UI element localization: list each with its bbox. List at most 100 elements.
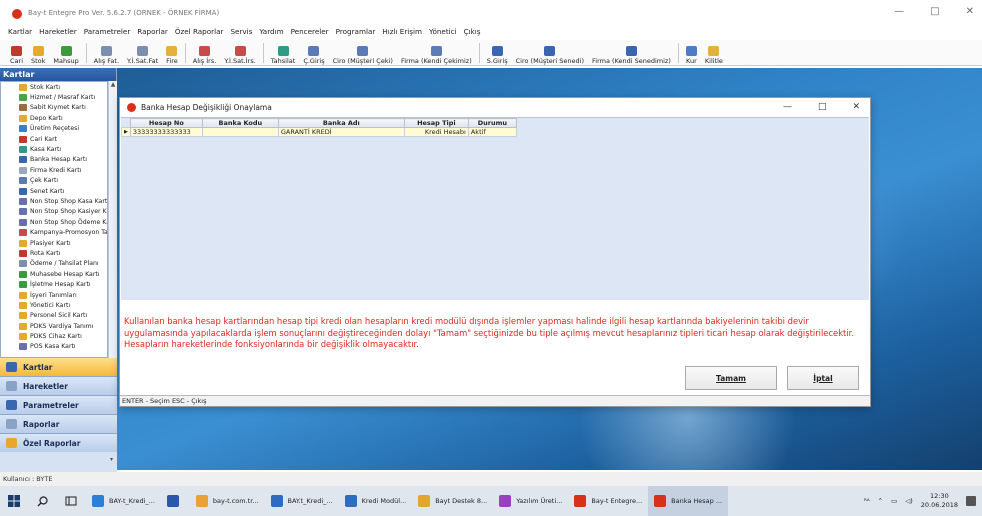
- col-banka-kodu[interactable]: Banka Kodu: [201, 118, 279, 128]
- search-button[interactable]: [28, 486, 56, 516]
- list-item[interactable]: PDKS Cihaz Kartı: [1, 331, 107, 341]
- list-item[interactable]: POS Kasa Kartı: [1, 342, 107, 352]
- list-item[interactable]: İşletme Hesap Kartı: [1, 279, 107, 289]
- list-item[interactable]: Kampanya-Promosyon Tanımları: [1, 227, 107, 237]
- dialog-minimize-button[interactable]: —: [783, 102, 792, 112]
- menu-item[interactable]: Kartlar: [8, 27, 32, 36]
- toolbar-button[interactable]: Tahsilat: [267, 46, 300, 65]
- maximize-button[interactable]: □: [930, 6, 939, 17]
- list-item[interactable]: Depo Kartı: [1, 113, 107, 123]
- notification-icon[interactable]: [966, 496, 976, 506]
- toolbar-button[interactable]: Mahsup: [49, 46, 82, 65]
- toolbar-button[interactable]: Fire: [162, 46, 182, 65]
- cell-banka-kodu[interactable]: [201, 127, 279, 137]
- toolbar-button[interactable]: Kur: [682, 46, 701, 65]
- ok-button[interactable]: Tamam: [685, 366, 777, 390]
- menu-item[interactable]: Yönetici: [429, 27, 457, 36]
- taskbar-app[interactable]: Kredi Modül...: [339, 486, 413, 516]
- list-item[interactable]: Yönetici Kartı: [1, 300, 107, 310]
- sidebar-nav-button[interactable]: Parametreler: [0, 396, 117, 415]
- scroll-up-icon[interactable]: ▲: [109, 81, 117, 88]
- taskbar-app[interactable]: BAY-t_Kredi_...: [86, 486, 161, 516]
- list-item[interactable]: Cari Kart: [1, 134, 107, 144]
- list-item[interactable]: Non Stop Shop Kasa Kartı: [1, 196, 107, 206]
- sidebar-nav-button[interactable]: Hareketler: [0, 377, 117, 396]
- sidebar-nav-button[interactable]: Raporlar: [0, 415, 117, 434]
- list-item[interactable]: Hizmet / Masraf Kartı: [1, 92, 107, 102]
- menu-item[interactable]: Yardım: [259, 27, 283, 36]
- cell-hesap-no[interactable]: 33333333333333: [129, 127, 203, 137]
- close-button[interactable]: ✕: [966, 6, 974, 17]
- start-button[interactable]: [0, 486, 28, 516]
- toolbar-button[interactable]: Alış Fat.: [90, 46, 123, 65]
- list-item[interactable]: Non Stop Shop Kasiyer Kartı: [1, 207, 107, 217]
- task-view-button[interactable]: [56, 486, 86, 516]
- cell-durumu[interactable]: Aktif: [467, 127, 517, 137]
- toolbar-button[interactable]: Firma (Kendi Çekimiz): [397, 46, 476, 65]
- tray-chevron-icon[interactable]: ⌃: [878, 497, 883, 505]
- sidebar-nav-button[interactable]: Özel Raporlar: [0, 434, 117, 453]
- taskbar-app[interactable]: Bayt Destek 8...: [412, 486, 493, 516]
- people-icon[interactable]: ᴿᴬ: [864, 497, 870, 505]
- list-item[interactable]: Banka Hesap Kartı: [1, 155, 107, 165]
- toolbar-button[interactable]: Ciro (Müşteri Çeki): [329, 46, 397, 65]
- toolbar-button[interactable]: Cari: [6, 46, 27, 65]
- network-icon[interactable]: ▭: [891, 497, 897, 505]
- taskbar-app[interactable]: Banka Hesap ...: [648, 486, 729, 516]
- toolbar-button[interactable]: Y.İ.Sat.Fat: [123, 46, 162, 65]
- taskbar-app[interactable]: [161, 486, 190, 516]
- sidebar-scrollbar[interactable]: ▲: [108, 81, 117, 358]
- cell-hesap-tipi[interactable]: Kredi Hesabı: [403, 127, 469, 137]
- toolbar-button[interactable]: Alış İrs.: [189, 46, 221, 65]
- list-item[interactable]: Plasiyer Kartı: [1, 238, 107, 248]
- list-item[interactable]: Kasa Kartı: [1, 144, 107, 154]
- list-item[interactable]: Stok Kartı: [1, 82, 107, 92]
- taskbar-app[interactable]: Bay-t Entegre...: [568, 486, 648, 516]
- cancel-button[interactable]: İptal: [787, 366, 859, 390]
- list-item[interactable]: Çek Kartı: [1, 176, 107, 186]
- list-item[interactable]: Senet Kartı: [1, 186, 107, 196]
- toolbar-button[interactable]: Stok: [27, 46, 49, 65]
- list-item[interactable]: PDKS Vardiya Tanımı: [1, 321, 107, 331]
- taskbar-app[interactable]: bay-t.com.tr...: [190, 486, 265, 516]
- menu-item[interactable]: Hızlı Erişim: [382, 27, 422, 36]
- menu-item[interactable]: Servis: [230, 27, 252, 36]
- toolbar-button[interactable]: S.Giriş: [483, 46, 512, 65]
- list-item[interactable]: Üretim Reçetesi: [1, 124, 107, 134]
- menu-item[interactable]: Hareketler: [39, 27, 77, 36]
- menu-item[interactable]: Pencereler: [291, 27, 329, 36]
- toolbar-button[interactable]: Y.İ.Sat.İrs.: [220, 46, 259, 65]
- col-hesap-no[interactable]: Hesap No: [129, 118, 203, 128]
- table-row[interactable]: ▶ 33333333333333 GARANTİ KREDİ Kredi Hes…: [121, 127, 517, 137]
- chevron-down-icon[interactable]: ▾: [110, 456, 113, 463]
- minimize-button[interactable]: —: [894, 6, 904, 17]
- volume-icon[interactable]: ◁): [905, 497, 913, 505]
- col-durumu[interactable]: Durumu: [467, 118, 517, 128]
- menu-item[interactable]: Özel Raporlar: [175, 27, 224, 36]
- toolbar-button[interactable]: Ciro (Müşteri Senedi): [512, 46, 588, 65]
- list-item[interactable]: Rota Kartı: [1, 248, 107, 258]
- toolbar-button[interactable]: Firma (Kendi Senedimiz): [588, 46, 675, 65]
- col-hesap-tipi[interactable]: Hesap Tipi: [403, 118, 469, 128]
- sidebar-nav-button[interactable]: Kartlar: [0, 358, 117, 377]
- dialog-maximize-button[interactable]: □: [818, 102, 827, 112]
- dialog-close-button[interactable]: ✕: [852, 102, 860, 112]
- list-item[interactable]: Ödeme / Tahsilat Planı: [1, 259, 107, 269]
- menu-item[interactable]: Parametreler: [84, 27, 131, 36]
- list-item[interactable]: Firma Kredi Kartı: [1, 165, 107, 175]
- list-item[interactable]: Personel Sicil Kartı: [1, 311, 107, 321]
- list-item[interactable]: Muhasebe Hesap Kartı: [1, 269, 107, 279]
- col-banka-adi[interactable]: Banka Adı: [277, 118, 405, 128]
- list-item[interactable]: Non Stop Shop Ödeme Kartı: [1, 217, 107, 227]
- toolbar-button[interactable]: Kilitle: [701, 46, 727, 65]
- toolbar-button[interactable]: Ç.Giriş: [299, 46, 328, 65]
- list-item[interactable]: İşyeri Tanımları: [1, 290, 107, 300]
- taskbar-app[interactable]: BAY.t_Kredi_...: [265, 486, 339, 516]
- menu-item[interactable]: Raporlar: [137, 27, 168, 36]
- taskbar-clock[interactable]: 12:30 20.06.2018: [921, 492, 958, 510]
- menu-item[interactable]: Programlar: [336, 27, 376, 36]
- taskbar-app[interactable]: Yazılım Üreti...: [493, 486, 568, 516]
- list-item[interactable]: Sabit Kıymet Kartı: [1, 103, 107, 113]
- menu-item[interactable]: Çıkış: [464, 27, 481, 36]
- cell-banka-adi[interactable]: GARANTİ KREDİ: [277, 127, 405, 137]
